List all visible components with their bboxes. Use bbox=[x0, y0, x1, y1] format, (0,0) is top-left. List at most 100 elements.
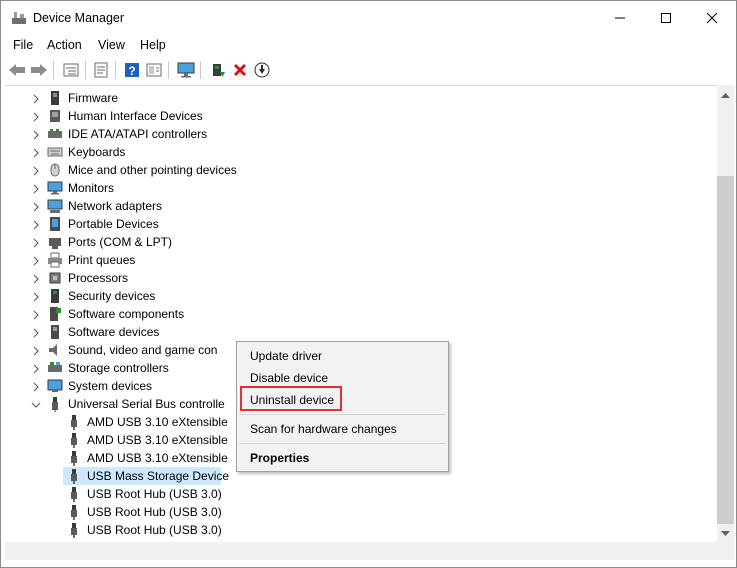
vertical-scroll-thumb[interactable] bbox=[717, 176, 734, 524]
tree-category-label: Mice and other pointing devices bbox=[68, 163, 237, 177]
tree-category-row[interactable]: Software components bbox=[5, 305, 705, 323]
minimize-button[interactable] bbox=[597, 1, 643, 35]
window-title: Device Manager bbox=[33, 11, 125, 25]
chevron-right-icon[interactable] bbox=[31, 381, 41, 392]
tree-category-label: System devices bbox=[68, 379, 153, 393]
usb-device-row[interactable]: USB Root Hub (USB 3.0) bbox=[5, 503, 705, 521]
chevron-right-icon[interactable] bbox=[31, 255, 41, 266]
tree-category-label: Portable Devices bbox=[68, 217, 159, 231]
menu-separator bbox=[239, 414, 445, 415]
tree-category-label: Print queues bbox=[68, 253, 136, 267]
menu-separator bbox=[239, 443, 445, 444]
chevron-right-icon[interactable] bbox=[31, 237, 41, 248]
uninstall-icon[interactable] bbox=[230, 60, 250, 80]
tree-category-label: Ports (COM & LPT) bbox=[68, 235, 173, 249]
tree-category-row[interactable]: Firmware bbox=[5, 89, 705, 107]
usb-device-label: USB Root Hub (USB 3.0) bbox=[87, 523, 222, 537]
scroll-up-arrow-icon[interactable] bbox=[717, 87, 734, 104]
tree-category-label: Universal Serial Bus controlle bbox=[68, 397, 225, 411]
update-driver-icon[interactable] bbox=[208, 60, 228, 80]
back-arrow-icon[interactable] bbox=[7, 60, 27, 80]
menu-help[interactable]: Help bbox=[140, 38, 166, 52]
close-button[interactable] bbox=[689, 1, 735, 35]
usb-device-row[interactable]: USB Root Hub (USB 3.0) bbox=[5, 521, 705, 539]
toolbar-separator bbox=[115, 61, 116, 79]
horizontal-scrollbar[interactable] bbox=[5, 542, 717, 560]
tree-category-row[interactable]: Processors bbox=[5, 269, 705, 287]
tree-category-label: Sound, video and game con bbox=[68, 343, 218, 357]
ctx-disable-device[interactable]: Disable device bbox=[250, 371, 328, 385]
chevron-right-icon[interactable] bbox=[31, 291, 41, 302]
chevron-right-icon[interactable] bbox=[31, 345, 41, 356]
tree-category-row[interactable]: Software devices bbox=[5, 323, 705, 341]
chevron-right-icon[interactable] bbox=[31, 93, 41, 104]
chevron-right-icon[interactable] bbox=[31, 165, 41, 176]
tree-category-row[interactable]: Human Interface Devices bbox=[5, 107, 705, 125]
usb-device-label: USB Root Hub (USB 3.0) bbox=[87, 487, 222, 501]
svg-text:?: ? bbox=[128, 64, 135, 78]
usb-device-row[interactable]: USB Root Hub (USB 3.0) bbox=[5, 485, 705, 503]
security-device-icon bbox=[47, 288, 63, 304]
chevron-right-icon[interactable] bbox=[31, 273, 41, 284]
usb-device-icon bbox=[66, 414, 82, 430]
chevron-right-icon[interactable] bbox=[31, 129, 41, 140]
download-icon[interactable] bbox=[252, 60, 272, 80]
scroll-down-arrow-icon[interactable] bbox=[717, 525, 734, 542]
chevron-right-icon[interactable] bbox=[31, 201, 41, 212]
usb-device-icon bbox=[66, 486, 82, 502]
tree-category-row[interactable]: Network adapters bbox=[5, 197, 705, 215]
tree-category-row[interactable]: Print queues bbox=[5, 251, 705, 269]
software-component-icon bbox=[47, 306, 63, 322]
chevron-right-icon[interactable] bbox=[31, 327, 41, 338]
tree-category-label: Software components bbox=[68, 307, 185, 321]
monitor-icon bbox=[47, 180, 63, 196]
help-icon[interactable]: ? bbox=[122, 60, 142, 80]
storage-controller-icon bbox=[47, 360, 63, 376]
tree-category-row[interactable]: Mice and other pointing devices bbox=[5, 161, 705, 179]
menu-action[interactable]: Action bbox=[47, 38, 82, 52]
chevron-right-icon[interactable] bbox=[31, 219, 41, 230]
tree-view-icon[interactable] bbox=[61, 60, 81, 80]
ctx-scan-hardware[interactable]: Scan for hardware changes bbox=[250, 422, 397, 436]
tree-category-label: Processors bbox=[68, 271, 129, 285]
tree-category-row[interactable]: Ports (COM & LPT) bbox=[5, 233, 705, 251]
chevron-right-icon[interactable] bbox=[31, 183, 41, 194]
ctx-properties[interactable]: Properties bbox=[250, 451, 309, 465]
toolbar-separator bbox=[200, 61, 201, 79]
menu-view[interactable]: View bbox=[98, 38, 125, 52]
ctx-update-driver[interactable]: Update driver bbox=[250, 349, 322, 363]
ctx-uninstall-device[interactable]: Uninstall device bbox=[250, 393, 334, 407]
tree-category-label: Keyboards bbox=[68, 145, 126, 159]
device-tree[interactable]: Firmware Human Interface Devices IDE ATA/A… bbox=[5, 85, 717, 543]
portable-device-icon bbox=[47, 216, 63, 232]
maximize-button[interactable] bbox=[643, 1, 689, 35]
menu-bar: File Action View Help bbox=[1, 35, 736, 55]
scrollbar-corner bbox=[717, 542, 734, 560]
toolbar: ? bbox=[1, 57, 736, 83]
tree-category-row[interactable]: Keyboards bbox=[5, 143, 705, 161]
usb-device-label: AMD USB 3.10 eXtensible bbox=[87, 451, 228, 465]
tree-category-row[interactable]: Portable Devices bbox=[5, 215, 705, 233]
menu-file[interactable]: File bbox=[13, 38, 33, 52]
software-device-icon bbox=[47, 324, 63, 340]
firmware-icon bbox=[47, 90, 63, 106]
action-icon[interactable] bbox=[144, 60, 164, 80]
properties-icon[interactable] bbox=[91, 60, 111, 80]
chevron-right-icon[interactable] bbox=[31, 363, 41, 374]
tree-category-label: Storage controllers bbox=[68, 361, 169, 375]
tree-category-row[interactable]: Monitors bbox=[5, 179, 705, 197]
usb-device-label: USB Mass Storage Device bbox=[87, 469, 230, 483]
tree-category-row[interactable]: Security devices bbox=[5, 287, 705, 305]
chevron-right-icon[interactable] bbox=[31, 147, 41, 158]
monitor-icon[interactable] bbox=[176, 60, 196, 80]
forward-arrow-icon[interactable] bbox=[29, 60, 49, 80]
usb-controller-icon bbox=[47, 396, 63, 412]
chevron-down-icon[interactable] bbox=[31, 399, 41, 409]
printer-icon bbox=[47, 252, 63, 268]
chevron-right-icon[interactable] bbox=[31, 309, 41, 320]
toolbar-separator bbox=[85, 61, 86, 79]
system-device-icon bbox=[47, 378, 63, 394]
tree-category-label: Network adapters bbox=[68, 199, 163, 213]
chevron-right-icon[interactable] bbox=[31, 111, 41, 122]
tree-category-row[interactable]: IDE ATA/ATAPI controllers bbox=[5, 125, 705, 143]
